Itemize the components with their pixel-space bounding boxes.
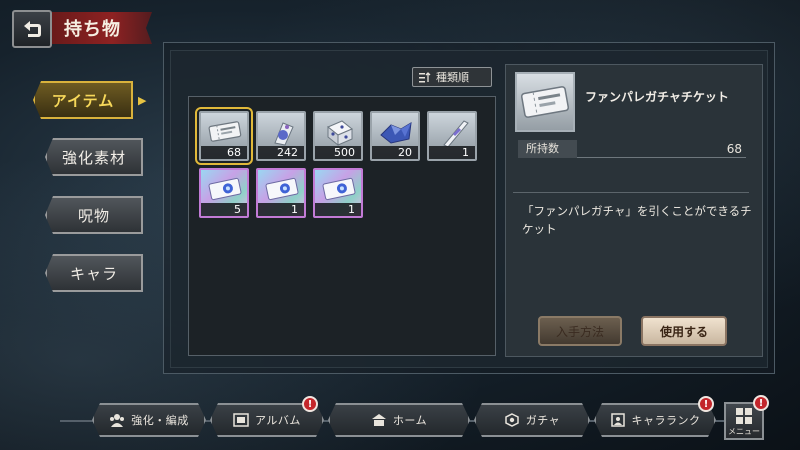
rainbow-ticket-icon	[208, 177, 242, 201]
item-quantity: 1	[429, 146, 475, 159]
nav-home[interactable]: ホーム	[328, 403, 470, 437]
nav-home-label: ホーム	[392, 414, 428, 427]
item-quantity: 1	[258, 203, 304, 216]
menu-alert-badge: !	[753, 395, 769, 411]
dice-box-icon	[327, 120, 353, 147]
detail-item-image	[515, 72, 575, 132]
rainbow-ticket-icon	[322, 177, 356, 201]
rank-alert-badge: !	[698, 396, 714, 412]
howto-obtain-label: 入手方法	[555, 324, 604, 339]
rainbow-ticket-icon	[265, 177, 299, 201]
sort-button[interactable]: 種類順	[412, 67, 492, 87]
item-slot[interactable]: 1	[313, 168, 363, 218]
item-slot[interactable]: 500	[313, 111, 363, 161]
use-button[interactable]: 使用する	[641, 316, 727, 346]
gacha-icon	[504, 413, 520, 427]
item-slot[interactable]: 1	[256, 168, 306, 218]
detail-item-name: ファンパレガチャチケット	[585, 90, 729, 104]
owned-count-label: 所持数	[518, 139, 577, 158]
potion-icon	[274, 122, 294, 146]
item-quantity: 68	[201, 146, 247, 159]
sort-label: 種類順	[436, 71, 469, 84]
category-items[interactable]: アイテム	[33, 81, 133, 119]
nav-gacha[interactable]: ガチャ	[474, 403, 590, 437]
title-banner: 持ち物	[52, 12, 152, 44]
back-button[interactable]	[12, 10, 52, 48]
active-category-arrow-icon: ▶	[138, 94, 147, 107]
nav-character-rank[interactable]: キャラランク	[594, 403, 716, 437]
sort-icon	[419, 71, 431, 82]
nav-enhance-party[interactable]: 強化・編成	[92, 403, 206, 437]
album-alert-badge: !	[302, 396, 318, 412]
item-slot[interactable]: 5	[199, 168, 249, 218]
item-quantity: 5	[201, 203, 247, 216]
owned-count-row: 所持数 68	[518, 139, 746, 158]
detail-divider	[513, 192, 749, 193]
back-arrow-icon	[24, 21, 41, 37]
blade-icon	[443, 120, 469, 147]
page-title: 持ち物	[64, 19, 121, 40]
category-items-label: アイテム	[51, 91, 115, 110]
category-materials-label: 強化素材	[61, 148, 126, 167]
item-slot[interactable]: 1	[427, 111, 477, 161]
grid-menu-icon	[736, 408, 752, 424]
ticket-icon	[520, 86, 570, 118]
category-characters-label: キャラ	[69, 264, 118, 283]
party-icon	[109, 413, 125, 427]
use-button-label: 使用する	[659, 324, 708, 339]
item-quantity: 1	[315, 203, 361, 216]
item-slot[interactable]: 20	[370, 111, 420, 161]
nav-character-rank-label: キャラランク	[631, 414, 701, 427]
item-slot[interactable]: 242	[256, 111, 306, 161]
howto-obtain-button[interactable]: 入手方法	[538, 316, 622, 346]
menu-label: メニュー	[728, 427, 760, 436]
category-characters[interactable]: キャラ	[45, 254, 143, 292]
category-materials[interactable]: 強化素材	[45, 138, 143, 176]
category-cursed-label: 呪物	[77, 206, 110, 225]
category-cursed-objects[interactable]: 呪物	[45, 196, 143, 234]
detail-description: 「ファンパレガチャ」を引くことができるチケット	[522, 204, 752, 236]
rank-icon	[610, 413, 626, 427]
album-icon	[233, 413, 249, 427]
nav-gacha-label: ガチャ	[525, 414, 561, 427]
item-quantity: 500	[315, 146, 361, 159]
ticket-icon	[208, 121, 242, 142]
nav-album-label: アルバム	[255, 414, 301, 427]
home-icon	[371, 413, 387, 427]
owned-count-value: 68	[726, 141, 742, 156]
crystal-icon	[380, 122, 412, 144]
item-quantity: 242	[258, 146, 304, 159]
nav-enhance-party-label: 強化・編成	[131, 414, 189, 427]
item-slot[interactable]: 68	[195, 107, 253, 165]
item-quantity: 20	[372, 146, 418, 159]
